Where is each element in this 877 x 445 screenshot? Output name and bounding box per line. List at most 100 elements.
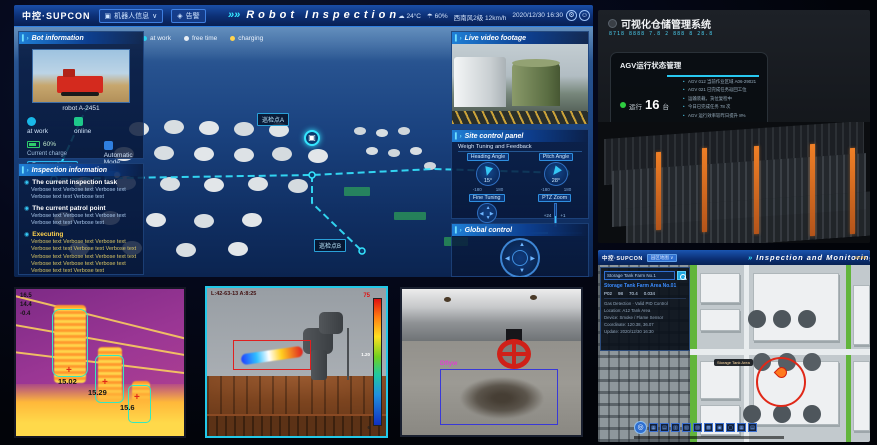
weather-temp: ☁ 24°C	[398, 12, 421, 22]
map-time: 16:45	[855, 255, 866, 260]
robot-icon: ▣	[105, 12, 112, 20]
temperature-reading: 15.29	[88, 388, 107, 397]
map-info-panel: Storage Tank Farm Area No.01 P0298 70.40…	[600, 267, 690, 351]
executing-label: ◉Executing	[24, 231, 138, 238]
heading-angle-dial[interactable]: 15°	[476, 162, 500, 186]
gas-plume-overlay	[241, 346, 304, 366]
user-avatar-icon[interactable]: ☺	[579, 10, 590, 21]
robot-info-dropdown[interactable]: ▣ 机器人信息 ∨	[99, 9, 164, 23]
warehouse-3d-racks[interactable]	[598, 122, 870, 243]
left-arrow-icon: ◀	[480, 211, 484, 217]
orange-column	[850, 148, 855, 234]
locate-tool-button[interactable]: ◎	[634, 421, 647, 434]
header-arrow-icon: ▍›	[22, 167, 29, 174]
map-tool-button[interactable]: ▧	[682, 423, 691, 432]
robot-photo[interactable]	[32, 49, 130, 103]
robot-name: robot A-2451	[19, 105, 143, 112]
map-tool-button[interactable]: ▥	[671, 423, 680, 432]
agv-event-item[interactable]: 运输装载，货位复检中	[683, 96, 763, 102]
current-task-text: Verbose text Verbose text Verbose text V…	[31, 187, 138, 202]
colorbar-min-value: 6	[367, 425, 370, 430]
legend-free-time: free time	[184, 35, 217, 42]
roof-machinery-image	[319, 312, 343, 334]
pipe-spot	[444, 297, 451, 302]
robot-position-marker[interactable]: ▣	[304, 130, 320, 146]
map-tool-button[interactable]: ▨	[693, 423, 702, 432]
power-line	[14, 294, 186, 346]
live-video-header: ▍› Live video footage	[452, 32, 588, 44]
orange-column	[702, 148, 707, 232]
pitch-angle-dial[interactable]: 28°	[544, 162, 568, 186]
gear-icon[interactable]: ⚙	[566, 10, 577, 21]
map-tool-button[interactable]: ▩	[704, 423, 713, 432]
inspection-point-b-label[interactable]: 巡检点B	[314, 239, 346, 252]
agv-event-item[interactable]: AGV 运行效率较昨日提升 8%	[683, 113, 763, 119]
pipe-spot	[530, 295, 537, 300]
search-result-title[interactable]: Storage Tank Farm Area No.01	[604, 283, 686, 289]
map-area-dropdown[interactable]: 园区地图 ∨	[647, 254, 678, 262]
zoom-max-value: +24	[544, 213, 552, 218]
inspection-information-header: ▍› Inspection information	[19, 164, 143, 176]
supcon-logo: 中控·SUPCON	[602, 254, 643, 262]
warehouse-title: 可视化仓储管理系统	[608, 16, 711, 31]
agv-event-item[interactable]: 今日已完成任务 78 次	[683, 104, 763, 110]
inspection-point-a-label[interactable]: 巡检点A	[257, 113, 289, 126]
pipe-image	[402, 289, 581, 341]
map-tool-button[interactable]: ▤	[660, 423, 669, 432]
header-arrow-icon: ▍›	[22, 35, 29, 42]
warehouse-management-view: 可视化仓储管理系统 8718 8888 7.8 2 888 8 28.8 AGV…	[598, 10, 870, 243]
zoom-min-value: +1	[560, 213, 565, 218]
left-arrow-icon: ◀	[505, 255, 510, 262]
down-arrow-icon: ▼	[519, 268, 525, 274]
map-tool-button[interactable]: ▦	[649, 423, 658, 432]
weather-status-bar: ☁ 24°C ☂ 60% 西南风2级 12km/h 2020/12/30 16:…	[398, 12, 563, 22]
toolbar-caption-strip	[634, 436, 784, 439]
map-tool-button[interactable]: ▤	[748, 423, 757, 432]
fine-tuning-dpad[interactable]: ▲ ▼ ◀ ▶	[477, 203, 497, 223]
dial-pointer-icon	[550, 165, 562, 177]
map-tool-button[interactable]: ▣	[715, 423, 724, 432]
dashboard-header: 中控·SUPCON ▣ 机器人信息 ∨ ◈ 告警 »»Robot Inspect…	[14, 5, 593, 27]
charging-dot-icon	[230, 36, 235, 41]
temperature-scale: 16.5 14.4 -0.4	[20, 292, 32, 319]
map-tool-button[interactable]: ▦	[737, 423, 746, 432]
bot-information-panel: ▍› Bot information robot A-2451 at work …	[18, 31, 144, 159]
gas-leak-alarm-box	[233, 340, 311, 370]
site-control-panel: ▍› Site control panel Weigh Tuning and F…	[451, 129, 589, 219]
agv-event-item[interactable]: AGV 021 已完成任务返回工位	[683, 87, 763, 93]
global-control-header: ▍› Global control	[452, 224, 588, 236]
robot-inspection-dashboard: 中控·SUPCON ▣ 机器人信息 ∨ ◈ 告警 »»Robot Inspect…	[14, 5, 593, 277]
map-title: »Inspection and Monitoring Map	[748, 253, 870, 262]
gas-leak-camera-view: L:42-63-13 A:8:25 75 1.20 6	[205, 286, 388, 438]
map-search-input[interactable]	[604, 271, 675, 280]
map-tool-button[interactable]: ▢	[726, 423, 735, 432]
work-status-icon	[27, 117, 36, 126]
mode-icon	[104, 141, 113, 150]
measure-cross-icon: +	[102, 377, 108, 388]
map-tooltip: Storage Tank Area	[714, 359, 753, 366]
building-block	[700, 273, 740, 303]
global-control-dpad[interactable]: ▲ ▼ ◀ ▶	[500, 238, 540, 277]
result-detail-row: Device: Smoke / Flame Sensor	[604, 315, 686, 320]
building-block	[853, 285, 870, 345]
warehouse-stats-readout: 8718 8888 7.8 2 888 8 28.8	[609, 31, 713, 37]
supcon-logo: 中控·SUPCON	[22, 9, 91, 22]
online-status-icon	[74, 117, 83, 126]
page-title: »»Robot Inspection	[228, 9, 400, 21]
leak-detection-label: Dflyw	[440, 360, 457, 367]
chevron-down-icon: ∨	[152, 12, 157, 20]
building-block	[700, 309, 740, 331]
status-at-work: at work	[27, 117, 48, 135]
title-arrow-icon: »	[748, 253, 753, 262]
thermal-colorbar	[373, 298, 382, 426]
red-valve-handwheel-image	[497, 339, 531, 369]
right-arrow-icon: ▶	[490, 211, 494, 217]
agv-event-item[interactable]: AGV 012 当前作业区域 A06-29021	[683, 79, 763, 85]
map-canvas[interactable]: Storage Tank Area Storage Tank Farm Area…	[598, 265, 870, 442]
ptz-zoom-label: PTZ Zoom	[538, 194, 571, 202]
search-icon[interactable]	[677, 271, 686, 280]
wind: 西南风2级 12km/h	[454, 12, 507, 22]
alarm-button[interactable]: ◈ 告警	[171, 9, 205, 23]
agv-running-count: 运行 16 台	[620, 97, 669, 112]
live-video-feed[interactable]	[452, 44, 588, 124]
